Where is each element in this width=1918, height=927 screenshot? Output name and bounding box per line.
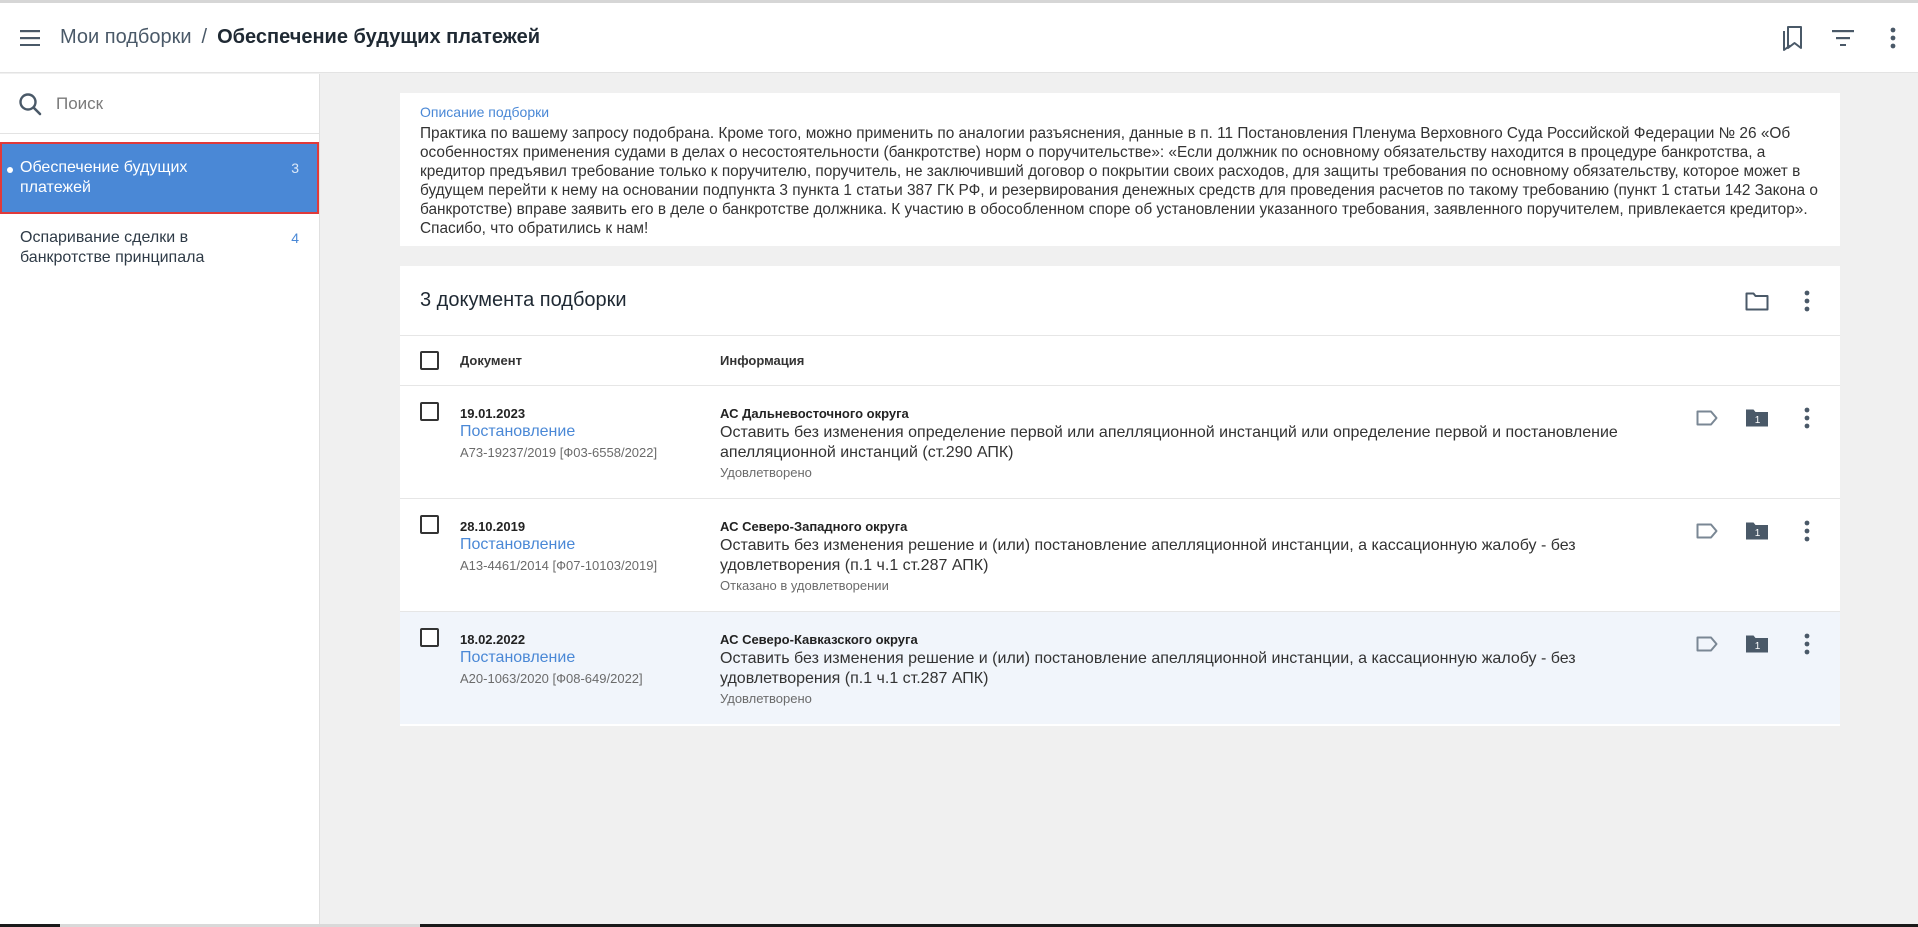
- folder-icon: [1745, 292, 1769, 311]
- more-vert-icon: [1804, 520, 1810, 542]
- table-row: 19.01.2023 Постановление А73-19237/2019 …: [400, 386, 1840, 499]
- tag-button[interactable]: [1682, 511, 1732, 551]
- folder-count-button[interactable]: 1: [1732, 511, 1782, 551]
- table-row: 28.10.2019 Постановление А13-4461/2014 […: [400, 499, 1840, 612]
- folder-icon: 1: [1746, 635, 1768, 653]
- search-icon: [19, 92, 42, 115]
- breadcrumb-separator: /: [201, 26, 208, 48]
- court-name: АС Северо-Западного округа: [720, 519, 908, 534]
- court-name: АС Северо-Кавказского округа: [720, 632, 918, 647]
- sidebar-item-label: Обеспечение будущих платежей: [20, 159, 188, 196]
- description-text: Практика по вашему запросу подобрана. Кр…: [420, 125, 1818, 237]
- sidebar-item-count: 4: [291, 230, 299, 246]
- folder-icon: 1: [1746, 522, 1768, 540]
- row-checkbox[interactable]: [420, 515, 439, 534]
- document-date: 18.02.2022: [460, 632, 526, 647]
- decision-status: Удовлетворено: [720, 465, 812, 480]
- case-number: А20-1063/2020 [Ф08-649/2022]: [460, 671, 643, 686]
- court-name: АС Дальневосточного округа: [720, 406, 909, 421]
- document-date: 19.01.2023: [460, 406, 526, 421]
- filter-icon: [1832, 30, 1854, 46]
- document-link[interactable]: Постановление: [460, 423, 575, 441]
- decision-text: Оставить без изменения решение и (или) п…: [720, 650, 1576, 687]
- sidebar-item-deal-challenge[interactable]: Оспаривание сделки в банкротстве принцип…: [0, 228, 319, 284]
- documents-actions: [1732, 276, 1832, 326]
- sidebar-item-future-payments[interactable]: Обеспечение будущих платежей 3: [0, 142, 319, 214]
- more-vert-icon: [1804, 633, 1810, 655]
- row-actions: 1: [1682, 398, 1832, 438]
- document-link[interactable]: Постановление: [460, 536, 575, 554]
- decision-text: Оставить без изменения решение и (или) п…: [720, 537, 1576, 574]
- column-header-document: Документ: [460, 353, 522, 368]
- app-header: Мои подборки / Обеспечение будущих плате…: [0, 3, 1918, 73]
- bookmarks-icon: [1783, 26, 1802, 51]
- row-actions: 1: [1682, 511, 1832, 551]
- decision-status: Отказано в удовлетворении: [720, 578, 889, 593]
- tag-icon: [1696, 410, 1718, 426]
- row-more-button[interactable]: [1782, 398, 1832, 438]
- sidebar-item-label: Оспаривание сделки в банкротстве принцип…: [20, 229, 205, 266]
- tag-icon: [1696, 523, 1718, 539]
- search-input[interactable]: [56, 93, 296, 114]
- documents-panel: 3 документа подборки Документ Информация…: [400, 266, 1840, 726]
- documents-title: 3 документа подборки: [420, 289, 627, 311]
- collection-description: Описание подборки Практика по вашему зап…: [400, 93, 1840, 246]
- case-number: А73-19237/2019 [Ф03-6558/2022]: [460, 445, 658, 460]
- svg-text:1: 1: [1755, 641, 1761, 652]
- documents-header: 3 документа подборки: [400, 266, 1840, 336]
- more-vert-icon: [1804, 407, 1810, 429]
- active-bullet: [7, 167, 13, 173]
- sidebar: Обеспечение будущих платежей 3 Оспариван…: [0, 74, 320, 927]
- move-to-folder-button[interactable]: [1732, 276, 1782, 326]
- search-bar: [0, 74, 319, 134]
- tag-icon: [1696, 636, 1718, 652]
- filter-button[interactable]: [1818, 13, 1868, 63]
- decision-text: Оставить без изменения определение перво…: [720, 424, 1618, 461]
- more-vert-icon: [1890, 27, 1896, 49]
- bookmarks-button[interactable]: [1768, 13, 1818, 63]
- row-more-button[interactable]: [1782, 511, 1832, 551]
- header-actions: [1768, 3, 1918, 73]
- menu-icon: [20, 29, 40, 46]
- row-more-button[interactable]: [1782, 624, 1832, 664]
- sidebar-item-count: 3: [291, 160, 299, 176]
- row-actions: 1: [1682, 624, 1832, 664]
- decision-status: Удовлетворено: [720, 691, 812, 706]
- row-checkbox[interactable]: [420, 628, 439, 647]
- svg-text:1: 1: [1755, 415, 1761, 426]
- tag-button[interactable]: [1682, 398, 1732, 438]
- table-row: 18.02.2022 Постановление А20-1063/2020 […: [400, 612, 1840, 724]
- case-number: А13-4461/2014 [Ф07-10103/2019]: [460, 558, 658, 573]
- column-header-info: Информация: [720, 353, 805, 368]
- description-title: Описание подборки: [420, 104, 550, 120]
- tag-button[interactable]: [1682, 624, 1732, 664]
- row-checkbox[interactable]: [420, 402, 439, 421]
- more-vert-icon: [1804, 290, 1810, 312]
- folder-count-button[interactable]: 1: [1732, 398, 1782, 438]
- breadcrumb: Мои подборки / Обеспечение будущих плате…: [60, 26, 540, 49]
- folder-icon: 1: [1746, 409, 1768, 427]
- documents-more-button[interactable]: [1782, 276, 1832, 326]
- more-options-button[interactable]: [1868, 13, 1918, 63]
- menu-button[interactable]: [0, 3, 60, 73]
- table-header: Документ Информация: [400, 336, 1840, 386]
- document-date: 28.10.2019: [460, 519, 526, 534]
- document-link[interactable]: Постановление: [460, 649, 575, 667]
- page-title: Обеспечение будущих платежей: [217, 26, 541, 48]
- folder-count-button[interactable]: 1: [1732, 624, 1782, 664]
- svg-text:1: 1: [1755, 528, 1761, 539]
- breadcrumb-root[interactable]: Мои подборки: [60, 26, 192, 49]
- select-all-checkbox[interactable]: [420, 351, 439, 370]
